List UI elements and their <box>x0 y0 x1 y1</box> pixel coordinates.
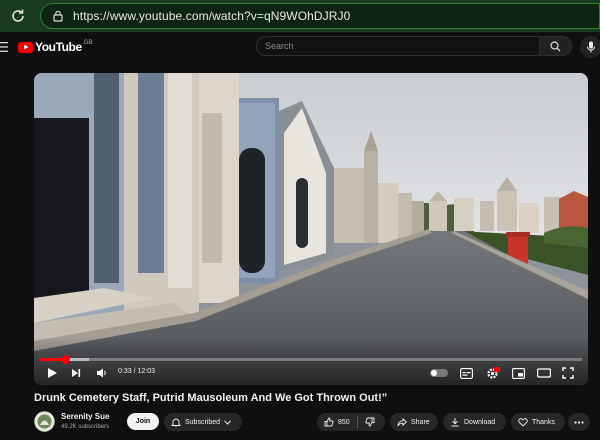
download-icon <box>451 418 459 427</box>
region-code: GB <box>83 40 93 46</box>
theater-button[interactable] <box>536 365 552 381</box>
like-count[interactable]: 850 <box>338 419 350 426</box>
like-dislike-group: 850 <box>317 413 385 431</box>
thanks-button[interactable]: Thanks <box>511 413 565 431</box>
fullscreen-icon <box>562 367 574 379</box>
share-label: Share <box>411 418 430 426</box>
voice-search-button[interactable] <box>580 36 600 58</box>
theater-icon <box>537 368 551 378</box>
subtitles-button[interactable] <box>458 365 474 381</box>
subscribed-button[interactable]: Subscribed <box>164 413 242 431</box>
like-divider <box>356 416 358 428</box>
miniplayer-button[interactable] <box>510 365 526 381</box>
subscriber-count: 49.2K subscribers <box>61 424 110 430</box>
hd-badge <box>494 367 500 372</box>
thanks-icon <box>518 418 528 427</box>
youtube-header: YouTube GB Search <box>0 32 600 62</box>
like-icon[interactable] <box>324 417 334 427</box>
mic-icon <box>587 41 595 53</box>
fullscreen-button[interactable] <box>560 365 576 381</box>
chevron-down-icon <box>224 419 231 425</box>
logo-wordmark: YouTube <box>35 40 82 54</box>
search-icon <box>550 40 561 51</box>
next-icon <box>72 369 81 377</box>
menu-icon[interactable] <box>0 41 8 53</box>
video-meta-row: Serenity Sue 49.2K subscribers Join Subs… <box>34 410 600 434</box>
time-display: 0:33 / 12:03 <box>118 368 155 375</box>
download-button[interactable]: Download <box>443 413 506 431</box>
join-button[interactable]: Join <box>127 413 159 430</box>
browser-toolbar: https://www.youtube.com/watch?v=qN9WOhDJ… <box>0 0 600 32</box>
video-player[interactable]: 0:33 / 12:03 <box>34 73 588 385</box>
bell-icon <box>171 418 181 427</box>
next-button[interactable] <box>68 365 84 381</box>
volume-icon <box>97 368 106 378</box>
youtube-play-icon <box>18 41 33 53</box>
player-controls: 0:33 / 12:03 <box>34 363 588 383</box>
search-placeholder: Search <box>265 41 294 51</box>
channel-avatar[interactable] <box>34 411 55 432</box>
share-button[interactable]: Share <box>390 413 438 431</box>
thanks-label: Thanks <box>532 418 555 426</box>
miniplayer-icon <box>511 367 525 379</box>
autoplay-toggle[interactable] <box>430 369 448 377</box>
play-button[interactable] <box>44 365 60 381</box>
dislike-icon[interactable] <box>365 417 375 427</box>
subtitles-icon <box>459 367 473 379</box>
reload-button[interactable] <box>0 0 36 32</box>
subscribed-label: Subscribed <box>185 418 221 426</box>
search-input[interactable]: Search <box>256 36 540 56</box>
search-button[interactable] <box>540 36 572 56</box>
address-bar[interactable]: https://www.youtube.com/watch?v=qN9WOhDJ… <box>40 3 600 29</box>
settings-button[interactable] <box>484 365 500 381</box>
youtube-logo[interactable]: YouTube GB <box>18 40 92 54</box>
progress-bar[interactable] <box>40 355 582 364</box>
share-icon <box>397 417 407 426</box>
download-label: Download <box>464 418 496 426</box>
more-icon <box>574 420 584 424</box>
autoplay-toggle-knob <box>431 370 437 376</box>
play-icon <box>48 368 57 378</box>
channel-name[interactable]: Serenity Sue <box>61 412 109 421</box>
lock-icon <box>51 9 65 23</box>
more-actions-button[interactable] <box>568 413 590 431</box>
video-title: Drunk Cemetery Staff, Putrid Mausoleum A… <box>34 392 388 404</box>
url-text: https://www.youtube.com/watch?v=qN9WOhDJ… <box>73 9 351 23</box>
reload-icon <box>12 9 24 22</box>
volume-button[interactable] <box>94 365 110 381</box>
